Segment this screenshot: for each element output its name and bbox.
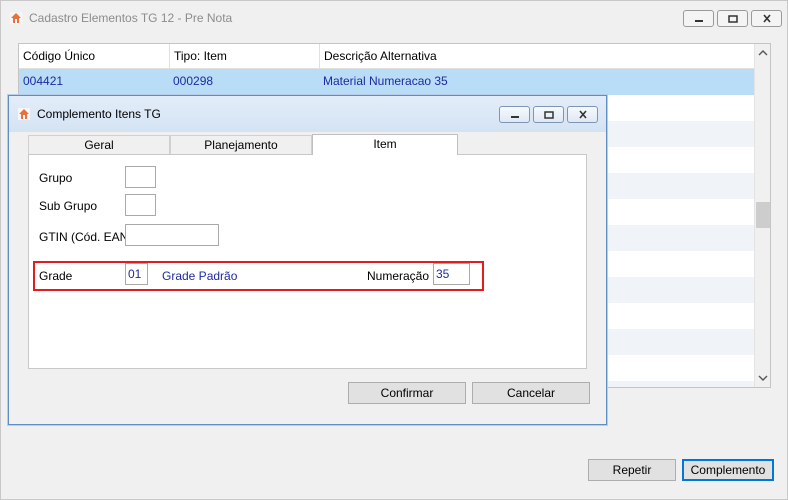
grid-header: Código Único Tipo: Item Descrição Altern… [19,44,756,69]
complement-button-label: Complemento [690,463,766,477]
cell-codigo: 004421 [23,74,64,88]
grupo-field[interactable] [125,166,156,188]
app-icon [10,12,22,24]
confirm-button[interactable]: Confirmar [348,382,466,404]
close-icon [762,14,771,23]
scroll-down-arrow-icon[interactable] [758,373,768,383]
complemento-dialog: Complemento Itens TG Geral Planejamento … [8,95,607,425]
cancel-button-label: Cancelar [506,386,556,400]
scrollbar-thumb[interactable] [756,202,770,228]
grade-description: Grade Padrão [162,269,238,283]
tab-geral[interactable]: Geral [28,135,170,155]
numeracao-field[interactable]: 35 [433,263,470,285]
app-icon [18,108,30,120]
subgrupo-field[interactable] [125,194,156,216]
column-header-codigo[interactable]: Código Único [19,44,169,69]
minimize-icon [694,19,703,22]
scroll-up-arrow-icon[interactable] [758,48,768,58]
grade-code-field[interactable]: 01 [125,263,148,285]
cell-descricao: Material Numeracao 35 [323,74,448,88]
grupo-label: Grupo [39,171,73,185]
dialog-minimize-button[interactable] [499,106,530,123]
complement-button[interactable]: Complemento [682,459,774,481]
main-title-bar[interactable]: Cadastro Elementos TG 12 - Pre Nota [1,1,787,35]
dialog-title-bar[interactable]: Complemento Itens TG [9,96,606,132]
gtin-label: GTIN (Cód. EAN) [39,230,133,244]
close-button[interactable] [751,10,782,27]
table-row-selected[interactable]: 004421 000298 Material Numeracao 35 [19,69,756,95]
confirm-button-label: Confirmar [380,386,434,400]
column-header-descricao[interactable]: Descrição Alternativa [319,44,756,69]
column-header-tipo[interactable]: Tipo: Item [169,44,319,69]
repeat-button[interactable]: Repetir [588,459,676,481]
close-icon [578,110,587,119]
gtin-field[interactable] [125,224,219,246]
grade-label: Grade [39,269,73,283]
cancel-button[interactable]: Cancelar [472,382,590,404]
dialog-close-button[interactable] [567,106,598,123]
subgrupo-label: Sub Grupo [39,199,98,213]
repeat-button-label: Repetir [612,463,652,477]
maximize-icon [543,110,554,119]
maximize-icon [727,14,738,23]
maximize-button[interactable] [717,10,748,27]
tab-item[interactable]: Item [312,134,458,155]
minimize-button[interactable] [683,10,714,27]
main-window-title: Cadastro Elementos TG 12 - Pre Nota [29,11,233,25]
tab-panel-item: Grupo Sub Grupo GTIN (Cód. EAN) Grade 01… [28,154,587,369]
tab-planejamento[interactable]: Planejamento (Informativo) [170,135,312,171]
minimize-icon [510,115,519,118]
dialog-title: Complemento Itens TG [37,107,161,121]
cell-tipo: 000298 [173,74,214,88]
vertical-scrollbar[interactable] [754,44,770,387]
dialog-maximize-button[interactable] [533,106,564,123]
numeracao-label: Numeração [367,269,430,283]
